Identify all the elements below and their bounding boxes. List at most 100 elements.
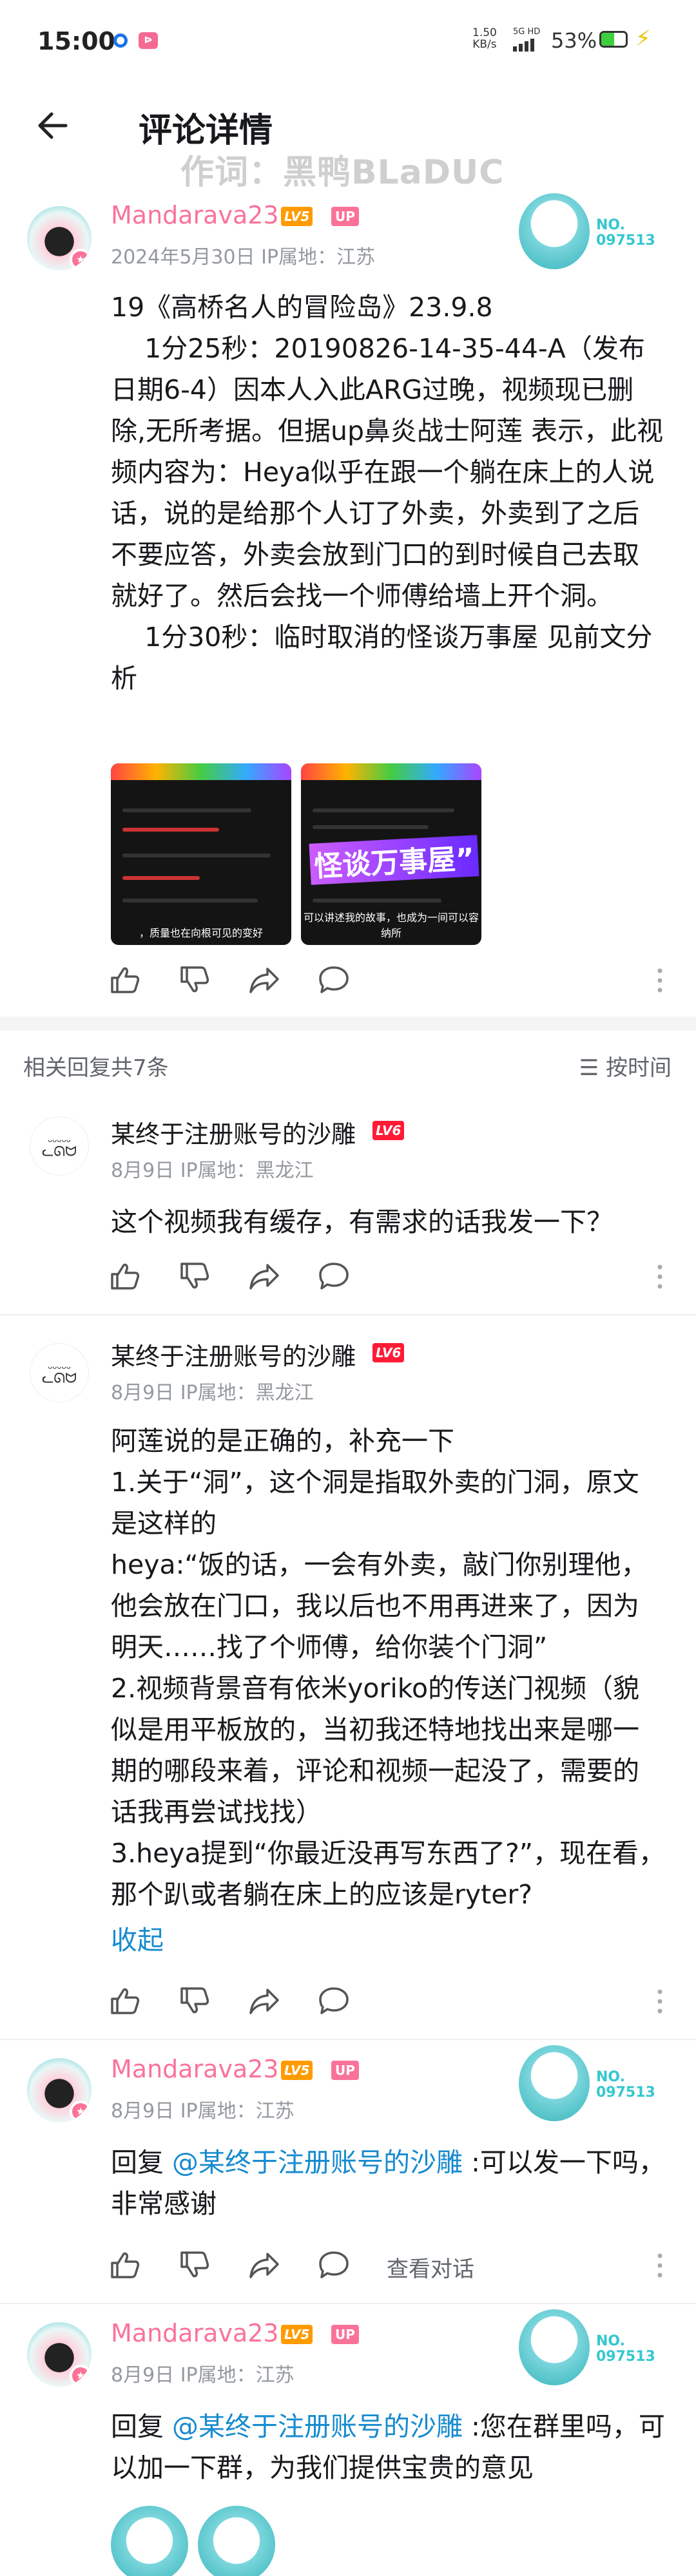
up-badge-icon: ★ bbox=[70, 2101, 92, 2123]
comment-date: 8月9日 IP属地：黑龙江 bbox=[111, 1382, 314, 1404]
more-options-icon[interactable] bbox=[657, 2253, 662, 2278]
svg-text:ᓚᘏᗢ: ᓚᘏᗢ bbox=[42, 1144, 77, 1160]
up-badge-icon: ★ bbox=[70, 2365, 92, 2387]
avatar[interactable]: ★ bbox=[27, 206, 92, 271]
dislike-icon[interactable] bbox=[178, 965, 210, 995]
comment-actions: 查看对话 bbox=[0, 2245, 696, 2284]
comment-text: 阿莲说的是正确的，补充一下 1.关于“洞”，这个洞是指取外卖的门洞，原文是这样的… bbox=[111, 1426, 665, 1910]
sort-icon: ☰ bbox=[579, 1055, 606, 1081]
avatar[interactable]: ★ bbox=[27, 2058, 92, 2123]
up-badge-icon: ★ bbox=[70, 249, 92, 271]
comment-actions bbox=[0, 1981, 696, 2019]
replies-count: 相关回复共7条 bbox=[23, 1055, 169, 1081]
share-icon[interactable] bbox=[248, 965, 280, 995]
sketch-avatar-icon: ᴗᴗᴗᴗᴗᓚᘏᗢ bbox=[42, 1135, 77, 1160]
up-badge: UP bbox=[331, 2325, 359, 2344]
view-conversation-link[interactable]: 查看对话 bbox=[387, 2251, 474, 2283]
fan-number: NO. 097513 bbox=[596, 2333, 655, 2365]
comment-text: 19《高桥名人的冒险岛》23.9.8 1分25秒：20190826-14-35-… bbox=[111, 292, 664, 694]
reply-divider bbox=[0, 1314, 696, 1315]
signal-label: 5G HD bbox=[513, 27, 541, 37]
share-icon[interactable] bbox=[248, 1261, 280, 1291]
mention-link[interactable]: @某终于注册账号的沙雕 bbox=[172, 2147, 463, 2178]
sticker-character-icon bbox=[198, 2506, 275, 2576]
like-icon[interactable] bbox=[108, 2250, 140, 2280]
share-icon[interactable] bbox=[248, 2250, 280, 2280]
more-options-icon[interactable] bbox=[657, 1989, 662, 2014]
reply-icon[interactable] bbox=[318, 2250, 350, 2280]
level-badge: LV5 bbox=[281, 207, 313, 226]
like-icon[interactable] bbox=[108, 1986, 140, 2016]
fan-character-icon bbox=[519, 2309, 590, 2385]
comment-date: 8月9日 IP属地：黑龙江 bbox=[111, 1159, 314, 1182]
comment-text: 回复 @某终于注册账号的沙雕 :可以发一下吗，非常感谢 bbox=[111, 2147, 665, 2219]
like-icon[interactable] bbox=[108, 965, 140, 995]
battery-icon bbox=[599, 31, 628, 48]
username[interactable]: 某终于注册账号的沙雕 bbox=[111, 1337, 356, 1372]
reply-icon[interactable] bbox=[318, 1261, 350, 1291]
reply-icon[interactable] bbox=[318, 965, 350, 995]
avatar[interactable]: ᴗᴗᴗᴗᴗ ᓚᘏᗢ bbox=[30, 1343, 89, 1402]
reply-divider bbox=[0, 2303, 696, 2304]
comment-date: 2024年5月30日 IP属地：江苏 bbox=[111, 246, 376, 269]
reply-divider bbox=[0, 2039, 696, 2040]
username[interactable]: 某终于注册账号的沙雕 bbox=[111, 1114, 356, 1150]
fan-badge: NO. 097513 bbox=[512, 2045, 655, 2123]
dislike-icon[interactable] bbox=[178, 1261, 210, 1291]
status-bar: 15:00 ᐅ 1.50 KB/s 5G HD 53% ⚡ bbox=[0, 0, 696, 84]
comment-image-1[interactable]: ，质量也在向根可见的变好 bbox=[111, 763, 291, 945]
more-options-icon[interactable] bbox=[657, 968, 662, 993]
image-caption: 可以讲述我的故事，也成为一间可以容纳所 bbox=[303, 911, 479, 939]
image-caption: ，质量也在向根可见的变好 bbox=[139, 927, 263, 939]
username[interactable]: Mandarava23 bbox=[111, 2319, 279, 2347]
username[interactable]: Mandarava23 bbox=[111, 201, 279, 229]
comment-date: 8月9日 IP属地：江苏 bbox=[111, 2100, 295, 2123]
up-badge: UP bbox=[331, 2061, 359, 2080]
comment-actions bbox=[0, 1256, 696, 1295]
comment-text: 这个视频我有缓存，有需求的话我发一下？ bbox=[111, 1207, 613, 1237]
sticker-character-icon bbox=[111, 2506, 188, 2576]
svg-text:ᓚᘏᗢ: ᓚᘏᗢ bbox=[42, 1371, 77, 1387]
page-title: 评论详情 bbox=[139, 111, 273, 150]
sort-button[interactable]: ☰ 按时间 bbox=[579, 1050, 672, 1082]
level-badge: LV6 bbox=[372, 1121, 405, 1140]
fan-number: NO. 097513 bbox=[596, 2069, 655, 2101]
more-options-icon[interactable] bbox=[657, 1264, 662, 1290]
fan-badge: NO. 097513 bbox=[512, 193, 655, 271]
app-notification-icon: ᐅ bbox=[139, 32, 158, 49]
notification-icon bbox=[113, 33, 128, 48]
sketch-avatar-icon: ᴗᴗᴗᴗᴗᓚᘏᗢ bbox=[42, 1362, 77, 1387]
fan-character-icon bbox=[519, 193, 590, 269]
dislike-icon[interactable] bbox=[178, 1986, 210, 2016]
svg-text:ᴗᴗᴗᴗᴗ: ᴗᴗᴗᴗᴗ bbox=[48, 1362, 71, 1371]
section-divider bbox=[0, 1016, 696, 1031]
avatar[interactable]: ★ bbox=[27, 2322, 92, 2387]
fan-badge: NO. 097513 bbox=[512, 2309, 655, 2387]
image-big-text: 怪谈万事屋” bbox=[309, 835, 479, 885]
level-badge: LV5 bbox=[281, 2325, 313, 2344]
fan-number: NO. 097513 bbox=[596, 217, 655, 249]
up-badge: UP bbox=[331, 207, 359, 226]
back-arrow-icon[interactable] bbox=[34, 106, 72, 145]
fan-character-icon bbox=[519, 2045, 590, 2121]
dislike-icon[interactable] bbox=[178, 2250, 210, 2280]
avatar[interactable]: ᴗᴗᴗᴗᴗ ᓚᘏᗢ bbox=[30, 1116, 89, 1176]
username[interactable]: Mandarava23 bbox=[111, 2055, 279, 2083]
signal-icon bbox=[513, 39, 534, 52]
svg-text:ᴗᴗᴗᴗᴗ: ᴗᴗᴗᴗᴗ bbox=[48, 1135, 71, 1144]
comment-date: 8月9日 IP属地：江苏 bbox=[111, 2364, 295, 2387]
like-icon[interactable] bbox=[108, 1261, 140, 1291]
level-badge: LV6 bbox=[372, 1343, 405, 1362]
comment-text: 回复 @某终于注册账号的沙雕 :您在群里吗，可以加一下群，为我们提供宝贵的意见 bbox=[111, 2411, 665, 2483]
battery-percent: 53% bbox=[551, 28, 597, 53]
share-icon[interactable] bbox=[248, 1986, 280, 2016]
sticker-image bbox=[111, 2493, 278, 2576]
status-time: 15:00 bbox=[37, 27, 115, 55]
collapse-link[interactable]: 收起 bbox=[111, 1920, 164, 1961]
level-badge: LV5 bbox=[281, 2061, 313, 2080]
mention-link[interactable]: @某终于注册账号的沙雕 bbox=[172, 2411, 463, 2442]
watermark-text: 作词：黑鸭BLaDUC bbox=[180, 153, 505, 192]
reply-icon[interactable] bbox=[318, 1986, 350, 2016]
network-speed: 1.50 KB/s bbox=[472, 26, 497, 51]
comment-image-2[interactable]: 怪谈万事屋” 可以讲述我的故事，也成为一间可以容纳所 bbox=[301, 763, 481, 945]
